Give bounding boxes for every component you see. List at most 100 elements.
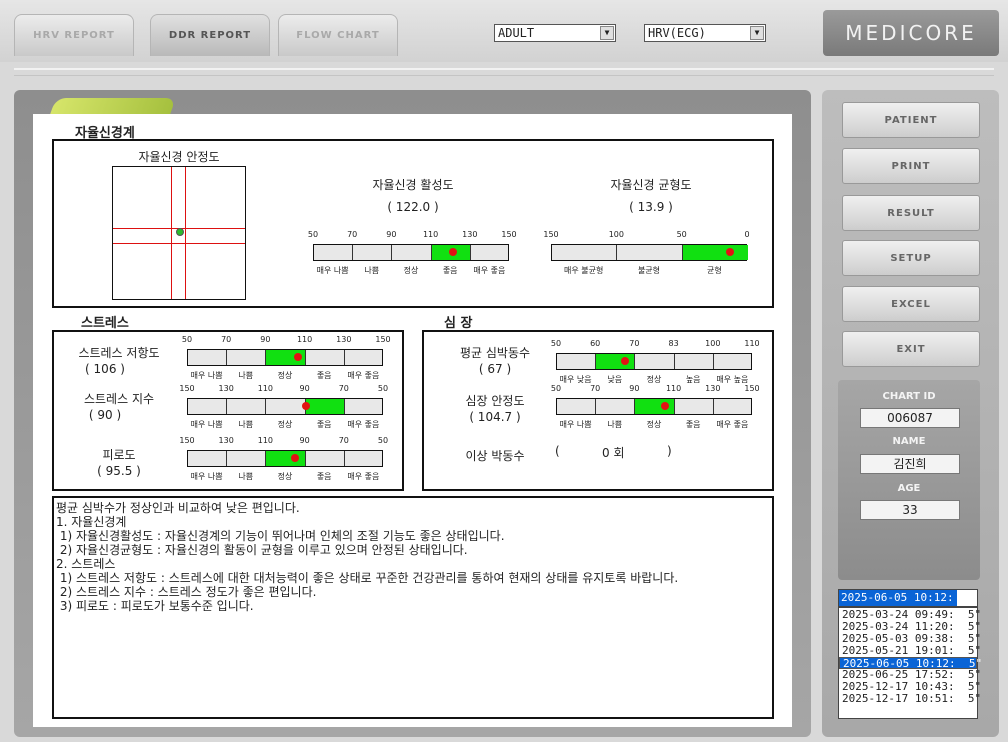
gauge-tick: 50 — [676, 230, 687, 239]
gauge-marker — [290, 454, 299, 462]
age-group-select[interactable]: ADULT ▼ — [494, 24, 616, 42]
gauge-bar — [556, 398, 752, 415]
plot-line — [171, 167, 172, 299]
gauge-tick: 50 — [550, 384, 562, 393]
chart-id-label: CHART ID — [882, 391, 936, 402]
stress-index-gauge: 150 130 110 90 70 50 매우 나쁨 나쁨 정상 좋음 매우 좋음 — [179, 384, 388, 431]
ectopic-open: ( — [555, 444, 560, 458]
gauge-divider — [552, 245, 683, 260]
gauge-tick: 70 — [629, 339, 640, 348]
gauge-tick: 90 — [299, 436, 310, 445]
gauge-ticks: 50 70 90 110 130 150 — [182, 335, 391, 345]
gauge-category: 불균형 — [637, 266, 661, 275]
gauge-category: 나쁨 — [607, 420, 623, 429]
gauge-marker — [620, 357, 629, 365]
gauge-tick: 50 — [377, 436, 389, 445]
comment-line: 2) 스트레스 지수 : 스트레스 정도가 좋은 편입니다. — [56, 585, 317, 599]
gauge-tick: 130 — [336, 335, 352, 344]
fatigue-value: ( 95.5 ) — [97, 464, 141, 478]
gauge-tick: 130 — [705, 384, 721, 393]
activity-value: ( 122.0 ) — [387, 200, 439, 214]
gauge-category: 매우 좋음 — [716, 420, 749, 429]
mode-select[interactable]: HRV(ECG) ▼ — [644, 24, 766, 42]
tab-hrv-report[interactable]: HRV REPORT — [14, 14, 134, 56]
excel-button[interactable]: EXCEL — [842, 286, 980, 322]
selected-date: 2025-06-05 10:12: 5" — [839, 590, 957, 606]
date-list-item[interactable]: 2025-12-17 10:51: 5" — [839, 693, 981, 705]
gauge-tick: 90 — [629, 384, 640, 393]
gauge-fill — [682, 245, 748, 260]
gauge-tick: 50 — [181, 335, 193, 344]
activity-label: 자율신경 활성도 — [372, 178, 454, 192]
stress-resistance-gauge: 50 70 90 110 130 150 매우 나쁨 나쁨 정상 좋음 매우 좋음 — [182, 335, 391, 382]
gauge-tick: 90 — [386, 230, 397, 239]
result-button[interactable]: RESULT — [842, 195, 980, 231]
name-label: NAME — [892, 436, 926, 447]
gauge-tick: 110 — [744, 339, 760, 348]
gauge-category: 좋음 — [316, 371, 332, 380]
ectopic-value: 0 회 — [602, 446, 625, 460]
print-button[interactable]: PRINT — [842, 148, 980, 184]
gauge-tick: 110 — [257, 436, 274, 445]
mode-value: HRV(ECG) — [648, 26, 706, 40]
gauge-tick: 150 — [179, 384, 195, 393]
comment-line: 2) 자율신경균형도 : 자율신경의 활동이 균형을 이루고 있으며 안정된 상… — [56, 543, 468, 557]
exit-button[interactable]: EXIT — [842, 331, 980, 367]
gauge-category: 좋음 — [442, 266, 458, 275]
name-field: 김진희 — [860, 454, 960, 474]
gauge-category: 매우 좋음 — [347, 420, 380, 429]
stress-title: 스트레스 — [81, 316, 129, 331]
gauge-tick: 70 — [338, 384, 349, 393]
gauge-tick: 60 — [590, 339, 601, 348]
gauge-tick: 130 — [218, 384, 234, 393]
gauge-tick: 150 — [744, 384, 760, 393]
tab-flow-chart[interactable]: FLOW CHART — [278, 14, 398, 56]
gauge-tick: 150 — [375, 335, 391, 344]
gauge-tick: 150 — [543, 230, 559, 239]
patient-button[interactable]: PATIENT — [842, 102, 980, 138]
gauge-marker — [301, 402, 310, 410]
balance-value: ( 13.9 ) — [629, 200, 673, 214]
gauge-bar — [187, 450, 383, 467]
gauge-ticks: 150 130 110 90 70 50 — [179, 436, 388, 446]
comment-line: 평균 심박수가 정상인과 비교하여 낮은 편입니다. — [56, 501, 300, 515]
gauge-bar — [551, 244, 748, 261]
divider — [14, 68, 994, 70]
gauge-tick: 70 — [590, 384, 601, 393]
comment-line: 1) 스트레스 저항도 : 스트레스에 대한 대처능력이 좋은 상태로 꾸준한 … — [56, 571, 679, 585]
avg-hr-gauge: 50 60 70 83 100 110 매우 낮음 낮음 정상 높음 매우 높음 — [551, 339, 760, 386]
gauge-ticks: 50 60 70 83 100 110 — [551, 339, 760, 349]
stress-index-value: ( 90 ) — [88, 408, 122, 422]
age-group-value: ADULT — [498, 26, 535, 40]
gauge-categories: 매우 나쁨 나쁨 정상 좋음 매우 좋음 — [187, 471, 383, 483]
tab-ddr-report[interactable]: DDR REPORT — [150, 14, 270, 56]
gauge-category: 매우 좋음 — [347, 371, 380, 380]
gauge-category: 정상 — [403, 266, 419, 275]
date-list[interactable]: 2025-03-24 09:49: 5" 2025-03-24 11:20: 5"… — [838, 607, 982, 719]
heart-stability-value: ( 104.7 ) — [469, 410, 521, 424]
gauge-category: 매우 나쁨 — [559, 420, 592, 429]
chevron-down-icon: ▼ — [600, 26, 614, 40]
gauge-tick: 90 — [260, 335, 271, 344]
gauge-category: 좋음 — [316, 420, 332, 429]
gauge-category: 나쁨 — [364, 266, 380, 275]
gauge-tick: 83 — [668, 339, 679, 348]
heart-stability-label: 심장 안정도 — [465, 394, 525, 408]
gauge-category: 정상 — [277, 472, 293, 481]
gauge-divider — [188, 350, 345, 365]
setup-button[interactable]: SETUP — [842, 240, 980, 276]
gauge-tick: 130 — [218, 436, 234, 445]
gauge-tick: 90 — [299, 384, 310, 393]
gauge-category: 나쁨 — [238, 420, 254, 429]
date-select[interactable]: 2025-06-05 10:12: 5" — [838, 589, 978, 607]
gauge-ticks: 150 130 110 90 70 50 — [179, 384, 388, 394]
gauge-divider — [557, 399, 714, 414]
gauge-tick: 110 — [665, 384, 682, 393]
stress-resistance-value: ( 106 ) — [85, 362, 125, 376]
gauge-category: 매우 좋음 — [473, 266, 506, 275]
plot-line — [185, 167, 186, 299]
gauge-category: 정상 — [646, 420, 662, 429]
heart-title: 심 장 — [444, 316, 473, 331]
gauge-ticks: 150 100 50 0 — [543, 230, 749, 240]
date-list-item[interactable]: 2025-05-21 19:01: 5" — [839, 645, 981, 657]
